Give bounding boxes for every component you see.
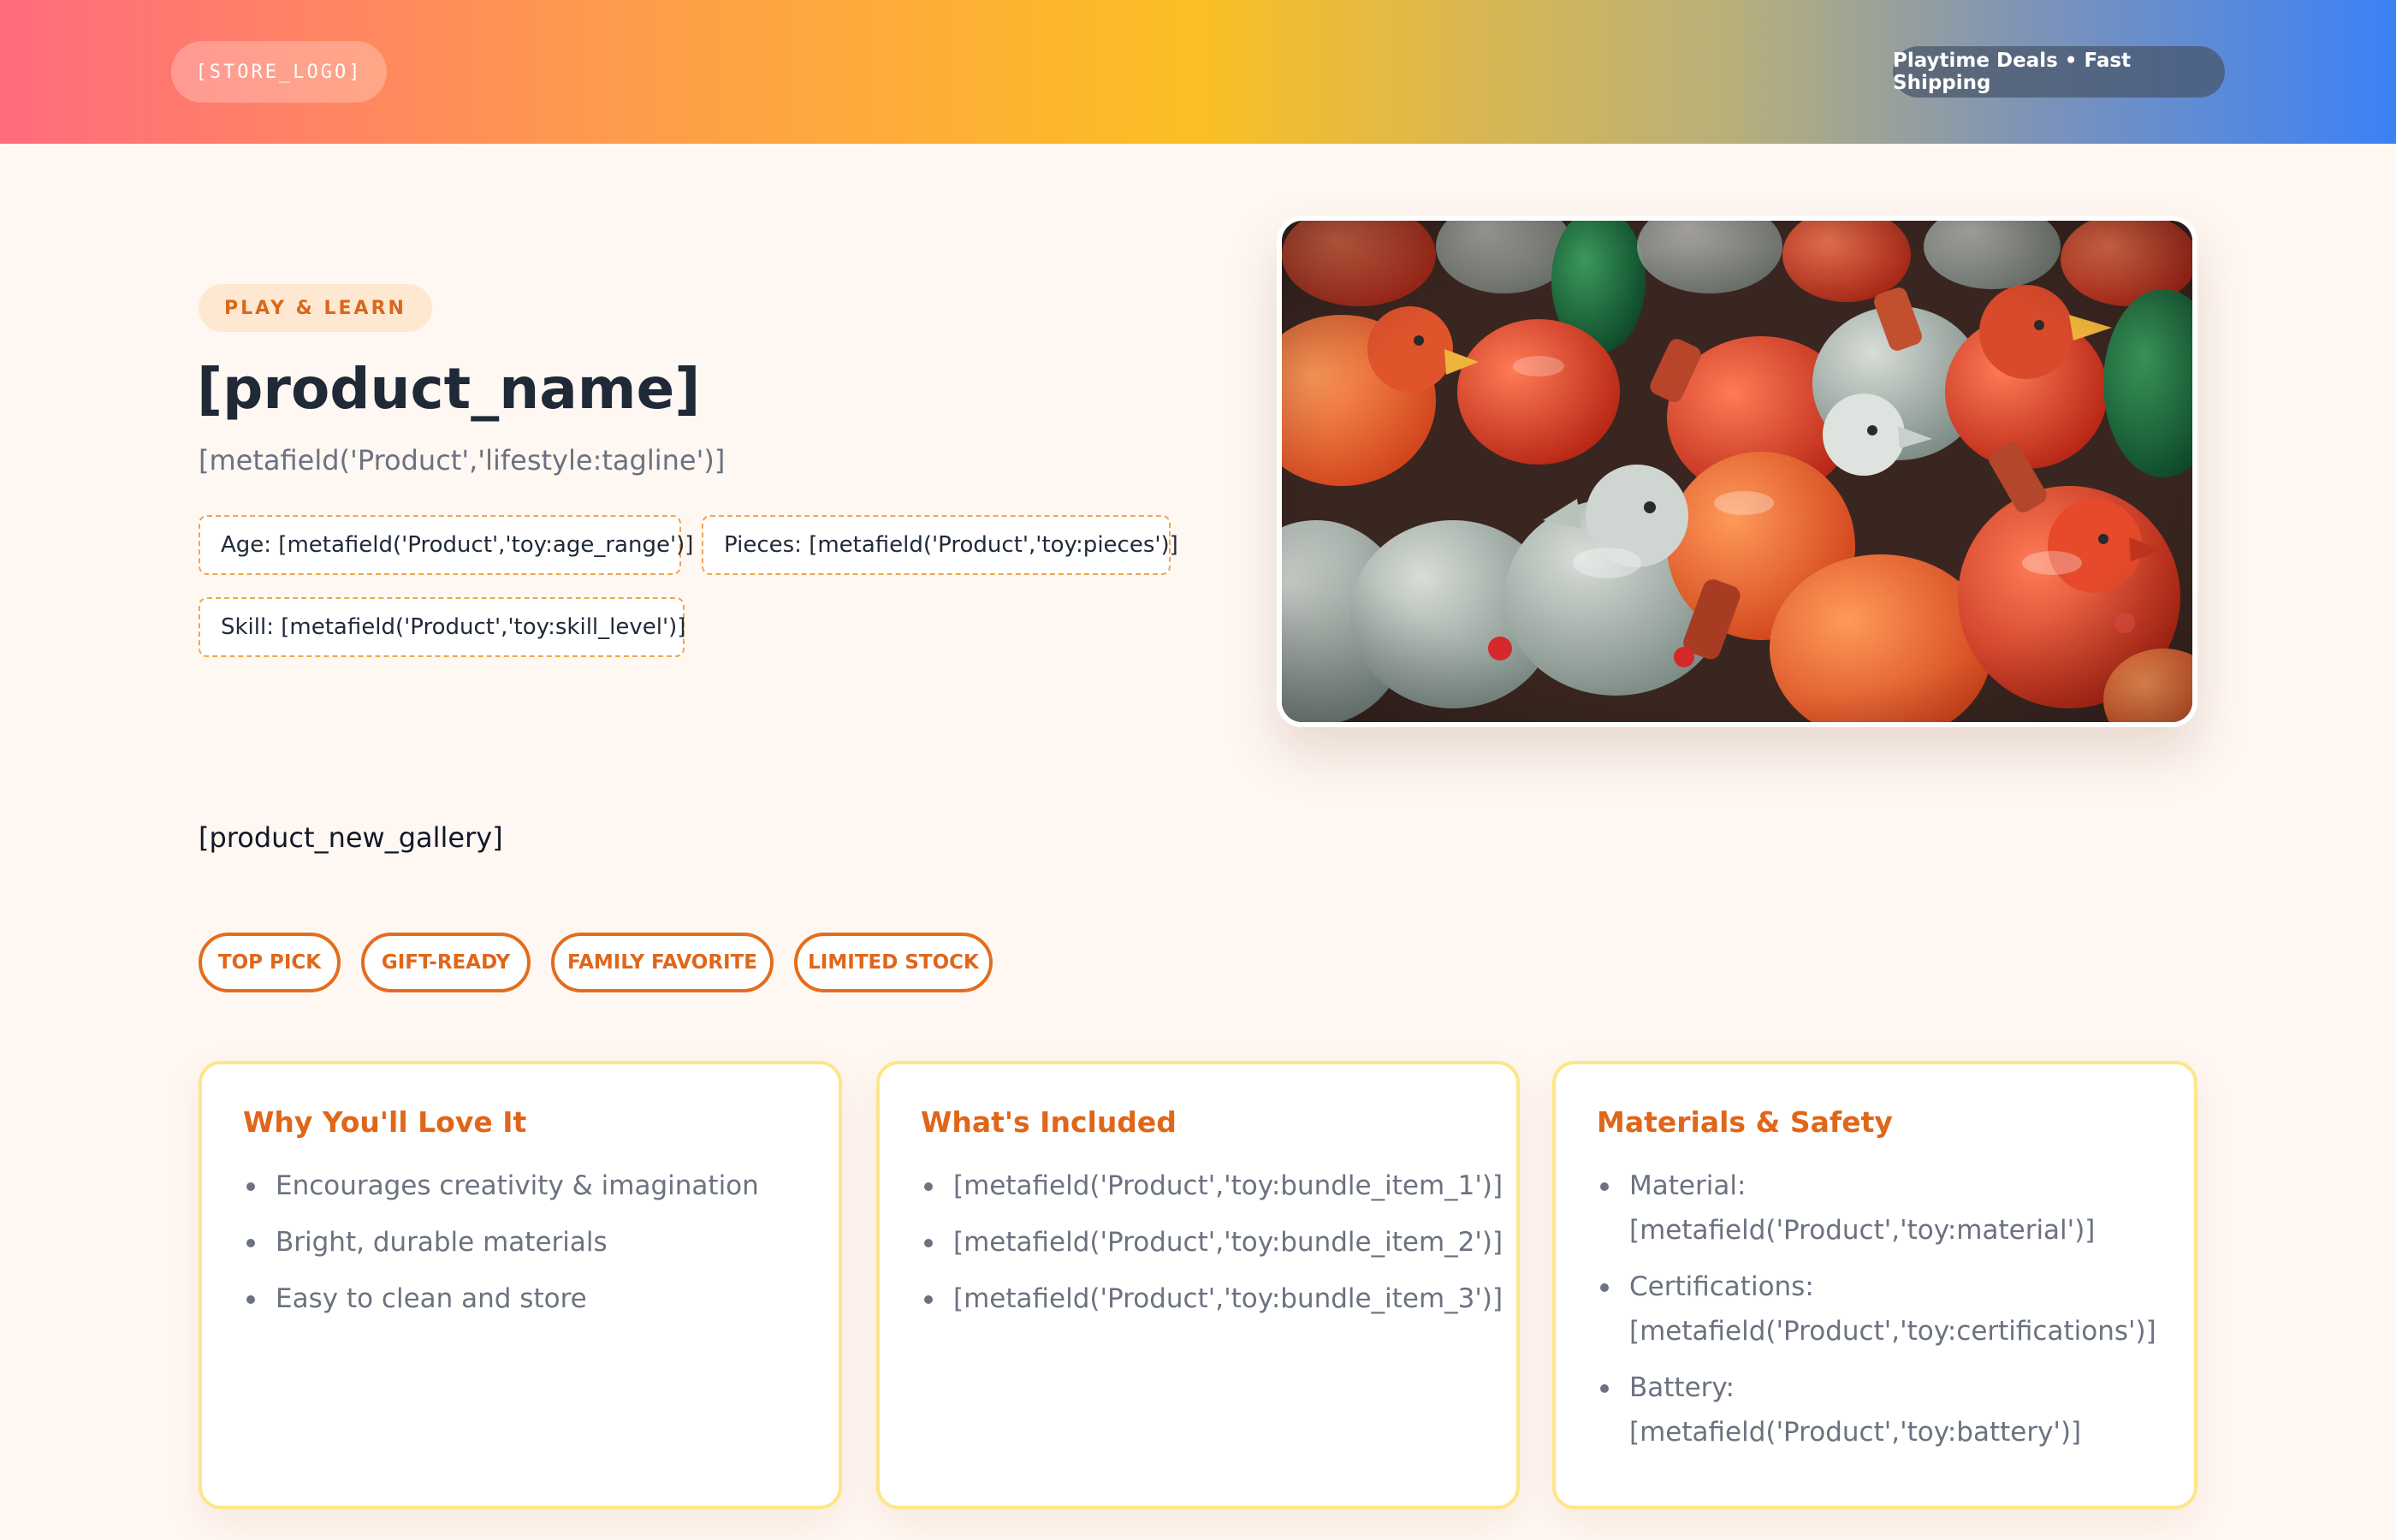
- spec-age: Age: [metafield('Product','toy:age_range…: [199, 515, 693, 575]
- site-header: [STORE_LOGO] Playtime Deals • Fast Shipp…: [0, 0, 2396, 144]
- list-item: Encourages creativity & imagination: [246, 1164, 798, 1208]
- card-why-love-it: Why You'll Love It Encourages creativity…: [199, 1061, 842, 1509]
- included-list: [metafield('Product','toy:bundle_item_1'…: [921, 1164, 1503, 1321]
- badge-limited-stock: LIMITED STOCK: [794, 933, 993, 992]
- material-value: [metafield('Product','toy:material')]: [1629, 1215, 2096, 1246]
- card-title: What's Included: [921, 1105, 1177, 1139]
- material-label: Material:: [1629, 1170, 1747, 1201]
- list-item: [metafield('Product','toy:bundle_item_2'…: [924, 1220, 1503, 1265]
- list-item: [metafield('Product','toy:bundle_item_3'…: [924, 1276, 1503, 1321]
- store-logo[interactable]: [STORE_LOGO]: [171, 41, 387, 103]
- materials-list: Material: [metafield('Product','toy:mate…: [1597, 1164, 2156, 1454]
- battery-label: Battery:: [1629, 1372, 1735, 1403]
- card-materials-safety: Materials & Safety Material: [metafield(…: [1552, 1061, 2197, 1509]
- category-kicker: PLAY & LEARN: [199, 284, 432, 332]
- card-title: Materials & Safety: [1597, 1105, 1893, 1139]
- spec-pieces: Pieces: [metafield('Product','toy:pieces…: [702, 515, 1178, 575]
- battery-value: [metafield('Product','toy:battery')]: [1629, 1417, 2082, 1448]
- product-tagline: [metafield('Product','lifestyle:tagline'…: [199, 444, 726, 477]
- list-item: Battery: [metafield('Product','toy:batte…: [1600, 1365, 2153, 1454]
- product-title: [product_name]: [197, 356, 701, 422]
- promo-pill: Playtime Deals • Fast Shipping: [1893, 46, 2225, 98]
- card-whats-included: What's Included [metafield('Product','to…: [876, 1061, 1520, 1509]
- list-item: Certifications: [metafield('Product','to…: [1600, 1265, 2156, 1353]
- product-gallery-placeholder: [product_new_gallery]: [199, 821, 503, 854]
- badge-top-pick: TOP PICK: [199, 933, 341, 992]
- benefit-list: Encourages creativity & imagination Brig…: [243, 1164, 798, 1321]
- list-item: [metafield('Product','toy:bundle_item_1'…: [924, 1164, 1503, 1208]
- spec-skill: Skill: [metafield('Product','toy:skill_l…: [199, 597, 685, 657]
- list-item: Easy to clean and store: [246, 1276, 798, 1321]
- certifications-value: [metafield('Product','toy:certifications…: [1629, 1316, 2156, 1347]
- list-item: Material: [metafield('Product','toy:mate…: [1600, 1164, 2153, 1253]
- badge-family-favorite: FAMILY FAVORITE: [551, 933, 774, 992]
- certifications-label: Certifications:: [1629, 1271, 1814, 1302]
- product-hero-image[interactable]: [1277, 216, 2197, 727]
- list-item: Bright, durable materials: [246, 1220, 798, 1265]
- badge-gift-ready: GIFT-READY: [361, 933, 531, 992]
- card-title: Why You'll Love It: [243, 1105, 527, 1139]
